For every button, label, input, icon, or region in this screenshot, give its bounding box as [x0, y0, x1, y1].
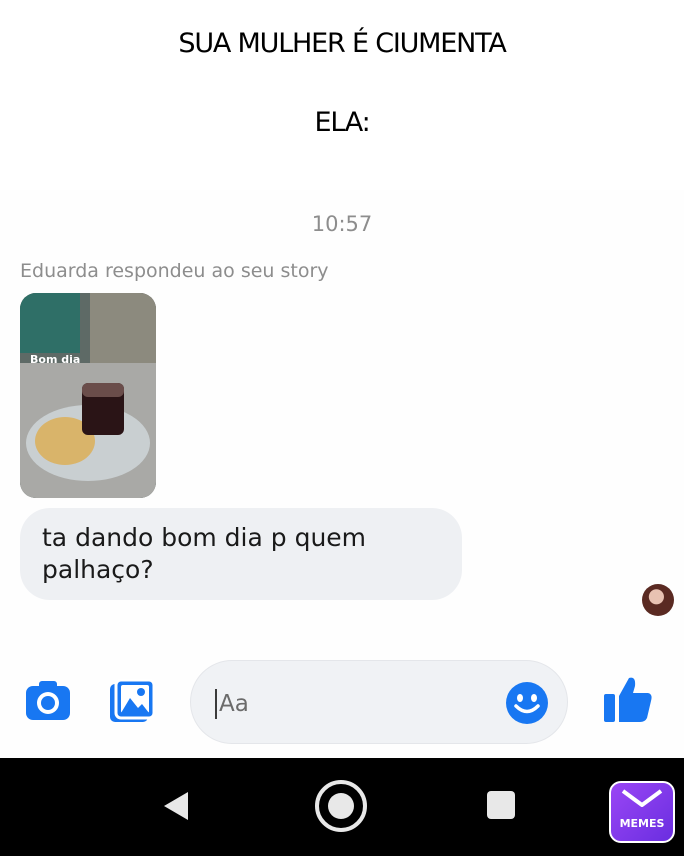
story-reply-note: Eduarda respondeu ao seu story — [20, 260, 329, 282]
caption-ela: ELA: — [314, 107, 370, 138]
story-photo — [20, 293, 156, 498]
message-timestamp: 10:57 — [311, 212, 373, 236]
home-circle-icon[interactable] — [313, 778, 369, 839]
story-thumbnail[interactable]: Bom dia — [20, 293, 156, 498]
text-caret — [215, 689, 217, 719]
messenger-chat: 10:57 Eduarda respondeu ao seu story Bom… — [0, 190, 684, 758]
recents-square-icon[interactable] — [486, 790, 516, 825]
seen-avatar — [642, 584, 674, 616]
meme-page: SUA MULHER É CIUMENTA ELA: 10:57 Eduarda… — [0, 0, 684, 856]
memes-watermark-text: MEMES — [619, 817, 665, 830]
message-bubble[interactable]: ta dando bom dia p quem palhaço? — [20, 508, 462, 600]
thumbs-up-icon[interactable] — [602, 674, 654, 729]
back-triangle-icon[interactable] — [160, 788, 192, 829]
smiley-icon[interactable] — [505, 681, 549, 730]
android-nav-bar — [0, 758, 684, 856]
memes-watermark-logo: MEMES — [609, 781, 675, 843]
envelope-icon — [621, 789, 663, 807]
camera-icon[interactable] — [24, 678, 72, 727]
gallery-icon[interactable] — [108, 678, 156, 729]
story-caption: Bom dia — [30, 353, 81, 366]
caption-top: SUA MULHER É CIUMENTA — [178, 28, 506, 59]
message-input[interactable]: Aa — [190, 660, 568, 744]
message-composer: Aa — [0, 660, 684, 746]
input-placeholder: Aa — [219, 691, 249, 717]
